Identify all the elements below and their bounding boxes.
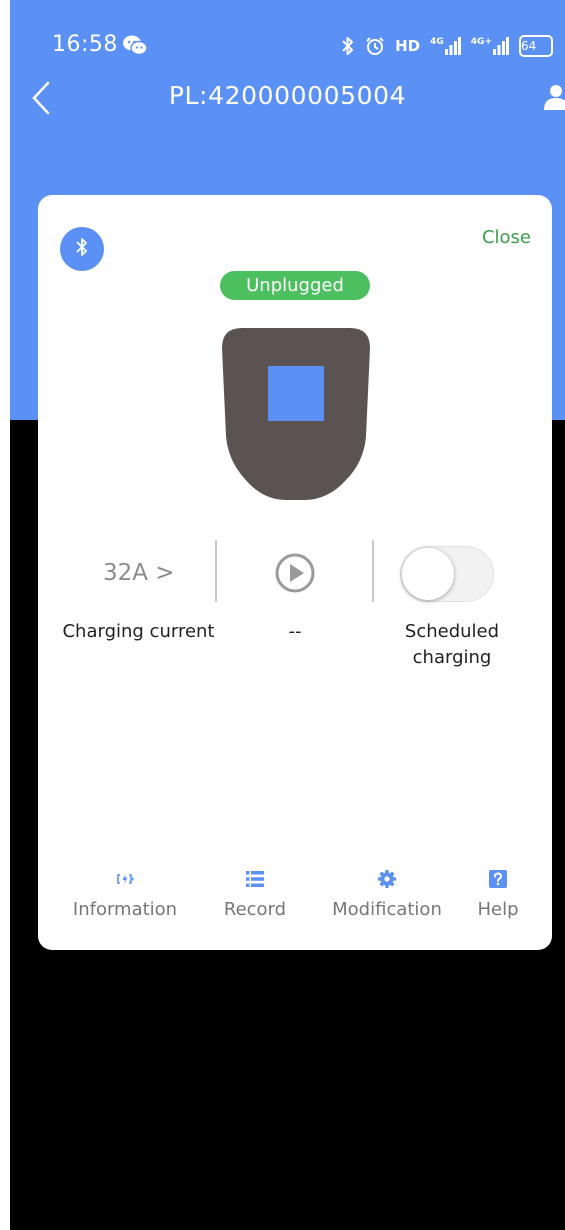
toggle-knob [402,548,454,600]
scheduled-label-line2: charging [412,647,492,668]
tab-information[interactable]: Information [60,865,190,925]
status-bar: 16:58 HD 4G 4G+ 64 [10,28,565,64]
alarm-icon [365,36,385,56]
user-icon[interactable] [543,84,565,110]
scheduled-charging-label: Scheduled charging [390,619,514,671]
charger-illustration [220,326,372,502]
scheduled-label-line1: Scheduled [404,621,500,642]
status-badge: Unplugged [220,271,370,300]
tab-help[interactable]: Help [433,865,563,925]
charging-current-button[interactable]: 32A > [103,560,175,586]
status-icons: HD 4G 4G+ 64 [341,34,553,58]
bluetooth-status-icon [341,36,355,56]
bluetooth-icon [74,236,90,262]
signal-icon-1: 4G [430,37,461,55]
tab-record-label: Record [223,899,287,920]
signal-icon-2: 4G+ [471,37,509,55]
charging-current-label: Charging current [62,621,215,642]
wechat-icon [122,34,148,56]
charger-card: Close Unplugged 32A > Charging current -… [38,195,552,950]
list-icon [245,869,265,889]
battery-icon: 64 [519,35,553,57]
tab-record[interactable]: Record [190,865,320,925]
bluetooth-button[interactable] [60,227,104,271]
tab-help-label: Help [477,899,519,920]
middle-status-label: -- [288,621,302,642]
charger-info-icon [115,869,135,889]
page-title: PL:420000005004 [168,81,407,110]
help-icon [488,869,508,889]
play-button[interactable] [274,552,316,594]
hd-indicator: HD [395,37,421,55]
gear-icon [377,869,397,889]
close-button[interactable]: Close [482,227,531,248]
divider-right [372,540,374,602]
app-screen: 16:58 HD 4G 4G+ 64 PL:420000005004 Close… [10,0,565,1230]
bottom-tabs: Information Record Modification Help [38,865,552,925]
signal-2-label: 4G+ [470,37,492,47]
divider-left [215,540,217,602]
status-time: 16:58 [52,32,118,57]
controls-row: 32A > [38,540,552,610]
tab-information-label: Information [72,899,178,920]
top-navigation: PL:420000005004 [10,78,565,118]
scheduled-charging-toggle[interactable] [400,546,494,602]
signal-1-label: 4G [430,37,444,47]
